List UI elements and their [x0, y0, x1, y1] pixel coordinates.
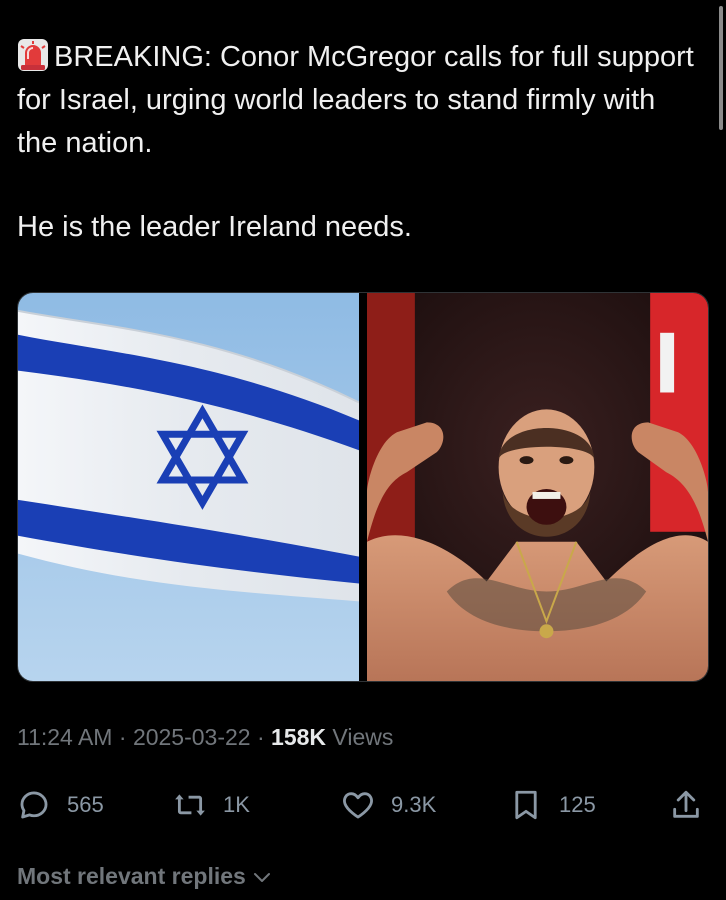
like-button[interactable]: 9.3K: [341, 783, 436, 827]
bookmark-button[interactable]: 125: [509, 783, 596, 827]
tweet-text: BREAKING: Conor McGregor calls for full …: [17, 36, 697, 249]
tweet-meta: 11:24 AM · 2025-03-22 · 158K Views: [17, 724, 393, 751]
tweet-date[interactable]: 2025-03-22: [133, 724, 251, 750]
reply-button[interactable]: 565: [17, 783, 104, 827]
reply-count: 565: [67, 792, 104, 817]
replies-sort-dropdown[interactable]: Most relevant replies: [17, 863, 272, 890]
meta-separator: ·: [112, 724, 133, 750]
media-grid: [17, 292, 709, 682]
views-count: 158K: [271, 724, 327, 750]
repost-button[interactable]: 1K: [173, 783, 250, 827]
chevron-down-icon: [253, 872, 270, 882]
share-button[interactable]: [669, 783, 703, 827]
tweet-time[interactable]: 11:24 AM: [17, 724, 112, 750]
bookmark-count: 125: [559, 792, 596, 817]
siren-icon: [17, 38, 49, 72]
israel-flag-photo[interactable]: [18, 293, 359, 681]
bookmark-icon: [515, 790, 537, 820]
views-label: Views: [326, 724, 394, 750]
repost-icon: [175, 794, 205, 816]
tweet-line-breaking: BREAKING: Conor McGregor calls for full …: [17, 41, 694, 159]
mcgregor-photo[interactable]: [367, 293, 708, 681]
scrollbar[interactable]: [719, 6, 723, 130]
tweet-paragraph-1: BREAKING: Conor McGregor calls for full …: [17, 36, 697, 165]
replies-sort-label: Most relevant replies: [17, 863, 246, 889]
repost-count: 1K: [223, 792, 250, 817]
tweet-paragraph-2: He is the leader Ireland needs.: [17, 211, 412, 243]
meta-separator: ·: [250, 724, 272, 750]
like-count: 9.3K: [391, 792, 437, 817]
action-bar: 565 1K 9.3K 125: [17, 783, 709, 827]
like-icon: [343, 792, 373, 819]
share-icon: [673, 790, 699, 818]
reply-icon: [20, 791, 48, 819]
